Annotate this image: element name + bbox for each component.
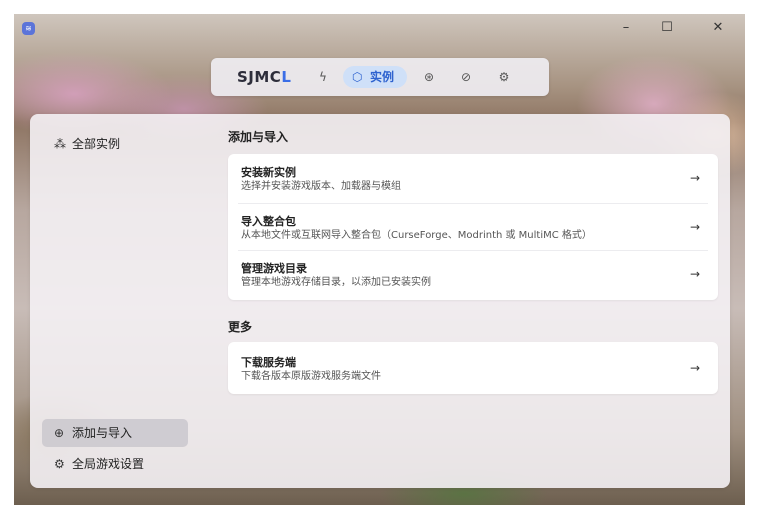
app-logo-icon: ≋ bbox=[22, 22, 35, 35]
row-title: 管理游戏目录 bbox=[241, 262, 307, 275]
row-import-modpack[interactable]: 导入整合包 从本地文件或互联网导入整合包（CurseForge、Modrinth… bbox=[228, 204, 718, 250]
row-title: 导入整合包 bbox=[241, 215, 296, 228]
arrow-right-icon: → bbox=[689, 220, 700, 234]
content-panel: ⁂ 全部实例 ⊕ 添加与导入 ⚙ 全局游戏设置 添加与导入 安装新实例 选择并安… bbox=[30, 114, 730, 488]
add-circle-icon: ⊕ bbox=[54, 426, 65, 440]
sidebar-item-label: 全局游戏设置 bbox=[72, 457, 145, 471]
bolt-icon[interactable]: ϟ bbox=[315, 69, 331, 85]
sidebar-item-label: 全部实例 bbox=[72, 137, 121, 151]
cube-icon: ⬡ bbox=[352, 70, 363, 84]
arrow-right-icon: → bbox=[689, 361, 700, 375]
row-description: 选择并安装游戏版本、加载器与模组 bbox=[241, 181, 401, 192]
row-description: 下载各版本原版游戏服务端文件 bbox=[241, 371, 381, 382]
close-button[interactable]: ✕ bbox=[706, 18, 730, 38]
brand-text: SJMC bbox=[237, 68, 282, 86]
tab-instances-label: 实例 bbox=[370, 70, 395, 84]
brand-accent-text: L bbox=[281, 68, 292, 86]
row-description: 管理本地游戏存储目录，以添加已安装实例 bbox=[241, 277, 431, 288]
sidebar-item-all-instances[interactable]: ⁂ 全部实例 bbox=[42, 130, 188, 158]
sidebar-item-add-import[interactable]: ⊕ 添加与导入 bbox=[42, 419, 188, 447]
account-icon[interactable]: ⊛ bbox=[421, 69, 437, 85]
row-title: 安装新实例 bbox=[241, 166, 296, 179]
section-title-more: 更多 bbox=[228, 320, 253, 334]
add-import-card: 安装新实例 选择并安装游戏版本、加载器与模组 → 导入整合包 从本地文件或互联网… bbox=[228, 154, 718, 300]
instances-icon: ⁂ bbox=[54, 137, 66, 151]
arrow-right-icon: → bbox=[689, 171, 700, 185]
section-title-add-import: 添加与导入 bbox=[228, 130, 289, 144]
compass-icon[interactable]: ⊘ bbox=[458, 69, 474, 85]
more-card: 下载服务端 下载各版本原版游戏服务端文件 → bbox=[228, 342, 718, 394]
minimize-button[interactable]: – bbox=[614, 18, 638, 38]
row-manage-game-dirs[interactable]: 管理游戏目录 管理本地游戏存储目录，以添加已安装实例 → bbox=[228, 251, 718, 297]
title-bar[interactable]: ≋ – ☐ ✕ bbox=[14, 14, 745, 42]
sidebar-item-label: 添加与导入 bbox=[72, 426, 133, 440]
row-title: 下载服务端 bbox=[241, 356, 296, 369]
tab-instances[interactable]: ⬡ 实例 bbox=[343, 66, 407, 88]
app-window: ≋ – ☐ ✕ SJMCL ϟ ⬡ 实例 ⊛ ⊘ ⚙ ⁂ 全部实例 ⊕ 添加与导… bbox=[14, 14, 745, 505]
sidebar-item-global-settings[interactable]: ⚙ 全局游戏设置 bbox=[42, 450, 188, 478]
gear-icon: ⚙ bbox=[54, 457, 65, 471]
row-description: 从本地文件或互联网导入整合包（CurseForge、Modrinth 或 Mul… bbox=[241, 230, 592, 241]
top-navigation: SJMCL ϟ ⬡ 实例 ⊛ ⊘ ⚙ bbox=[211, 58, 549, 96]
gear-icon[interactable]: ⚙ bbox=[496, 69, 512, 85]
maximize-button[interactable]: ☐ bbox=[655, 18, 679, 38]
row-install-instance[interactable]: 安装新实例 选择并安装游戏版本、加载器与模组 → bbox=[228, 155, 718, 201]
row-download-server[interactable]: 下载服务端 下载各版本原版游戏服务端文件 → bbox=[228, 345, 718, 391]
arrow-right-icon: → bbox=[689, 267, 700, 281]
brand-logo[interactable]: SJMCL bbox=[237, 68, 291, 86]
